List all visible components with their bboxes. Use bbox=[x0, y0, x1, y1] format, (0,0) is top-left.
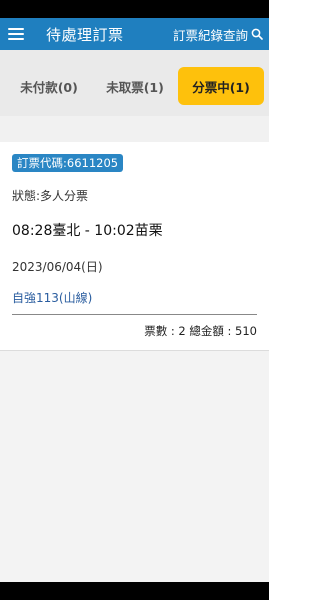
booking-history-label: 訂票紀錄查詢 bbox=[172, 27, 248, 43]
page-title: 待處理訂票 bbox=[46, 25, 124, 44]
tab-unpaid[interactable]: 未付款(0) bbox=[6, 67, 92, 105]
tab-bar: 未付款(0) 未取票(1) 分票中(1) bbox=[0, 50, 269, 116]
booking-code-badge: 訂票代碼:6611205 bbox=[12, 154, 124, 172]
ticket-route: 08:28臺北 - 10:02苗栗 bbox=[12, 223, 163, 239]
tab-split-ticket[interactable]: 分票中(1) bbox=[178, 67, 264, 105]
ticket-card[interactable]: 訂票代碼:6611205 狀態:多人分票 08:28臺北 - 10:02苗栗 2… bbox=[0, 142, 269, 351]
tab-not-picked-up[interactable]: 未取票(1) bbox=[92, 67, 178, 105]
navigation-bar bbox=[0, 582, 269, 600]
app-bar: 待處理訂票 訂票紀錄查詢 bbox=[0, 18, 269, 50]
ticket-status: 狀態:多人分票 bbox=[12, 189, 89, 203]
empty-area bbox=[0, 351, 269, 582]
ticket-date: 2023/06/04(日) bbox=[12, 260, 103, 274]
train-info: 自強113(山線) bbox=[12, 291, 93, 305]
ticket-summary: 票數 : 2 總金額 : 510 bbox=[144, 324, 257, 338]
booking-history-link[interactable]: 訂票紀錄查詢 bbox=[173, 25, 263, 44]
spacer bbox=[0, 116, 269, 142]
divider bbox=[12, 314, 257, 315]
hamburger-menu-icon[interactable] bbox=[8, 28, 24, 40]
status-bar bbox=[0, 0, 269, 18]
search-icon bbox=[251, 28, 263, 40]
